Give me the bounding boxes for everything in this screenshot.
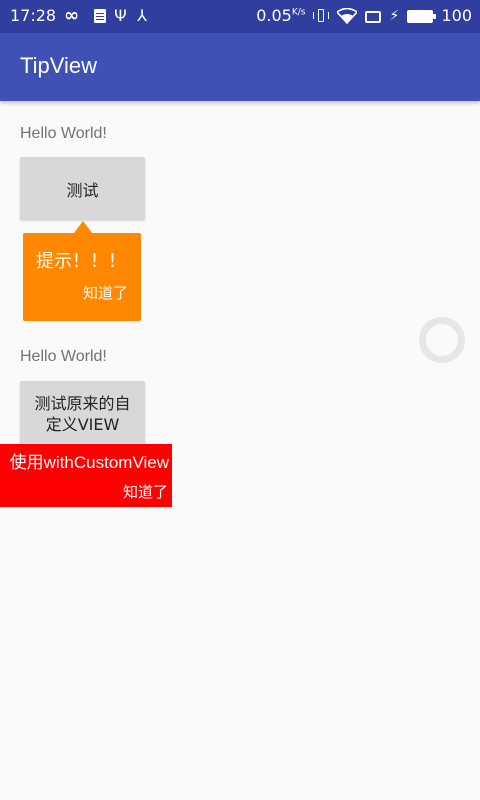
hello-text-1: Hello World! [20, 125, 107, 142]
wifi-icon [336, 7, 359, 24]
tip-custom-dismiss-button[interactable]: 知道了 [123, 481, 168, 502]
battery-icon [407, 9, 437, 23]
battery-level: 100 [441, 6, 472, 25]
vibrate-icon [313, 8, 330, 24]
app-title: TipView [20, 53, 98, 78]
status-time: 17:28 [10, 6, 57, 25]
app-bar: TipView [0, 33, 480, 101]
loading-spinner-icon [419, 317, 465, 363]
document-icon [94, 8, 107, 23]
test-button[interactable]: 测试 [20, 157, 145, 220]
net-speed: 0.05K/s [256, 6, 306, 25]
infinity-icon: ∞ [64, 4, 80, 26]
hello-text-2: Hello World! [20, 348, 107, 365]
tip-popup-orange: 提示！！！ 知道了 [23, 221, 141, 321]
sim-icon [365, 10, 382, 23]
tip-custom-message: 使用withCustomView [9, 453, 169, 472]
custom-view-test-button[interactable]: 测试原来的自定义VIEW [20, 381, 145, 447]
share-icon: ⅄ [137, 5, 147, 25]
tip-popup-red: 使用withCustomView 知道了 [0, 444, 172, 507]
tip-message: 提示！！！ [36, 251, 126, 272]
tip-dismiss-button[interactable]: 知道了 [83, 282, 128, 303]
status-bar: 17:28 ∞ Ψ ⅄ 0.05K/s ⚡ 100 [0, 0, 480, 33]
usb-icon: Ψ [114, 5, 127, 25]
charging-icon: ⚡ [389, 7, 400, 24]
